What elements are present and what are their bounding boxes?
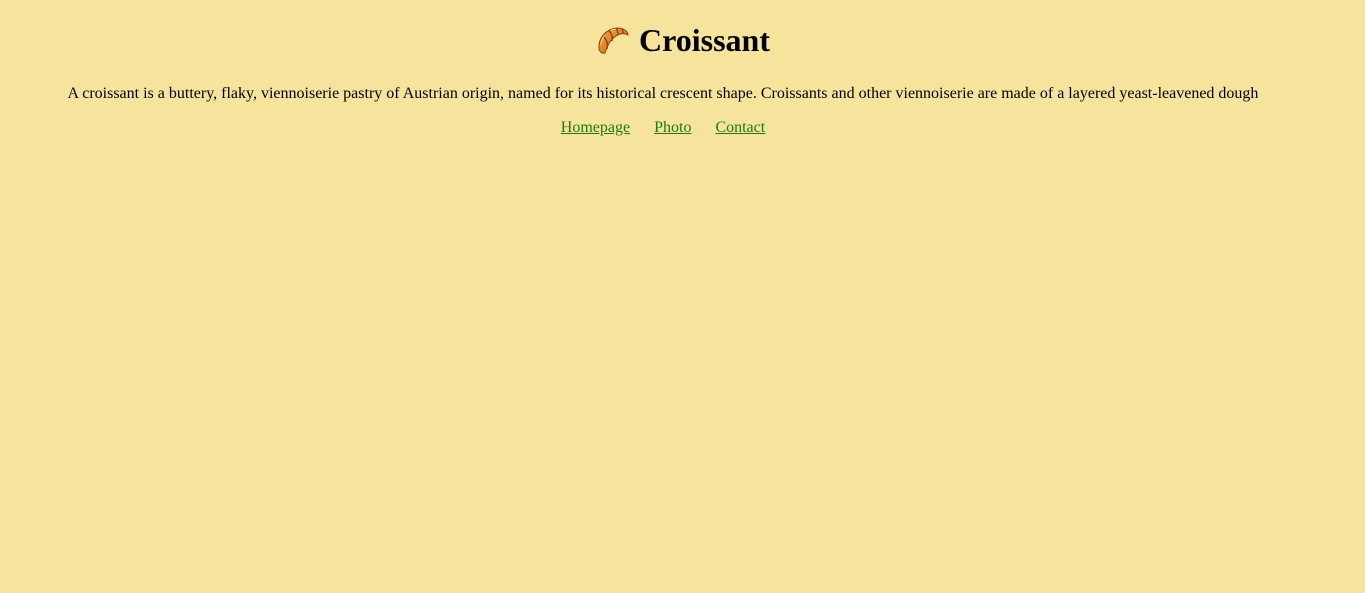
description-text: A croissant is a buttery, flaky, viennoi…	[67, 85, 1259, 102]
croissant-icon	[595, 23, 631, 59]
nav-link-photo[interactable]: Photo	[654, 119, 691, 136]
nav-link-contact[interactable]: Contact	[715, 119, 765, 136]
page: Croissant A croissant is a buttery, flak…	[0, 0, 1365, 593]
nav-links: Homepage Photo Contact	[0, 118, 1326, 138]
page-title: Croissant	[639, 22, 770, 58]
nav-link-homepage[interactable]: Homepage	[561, 119, 630, 136]
header: Croissant	[0, 18, 1365, 62]
